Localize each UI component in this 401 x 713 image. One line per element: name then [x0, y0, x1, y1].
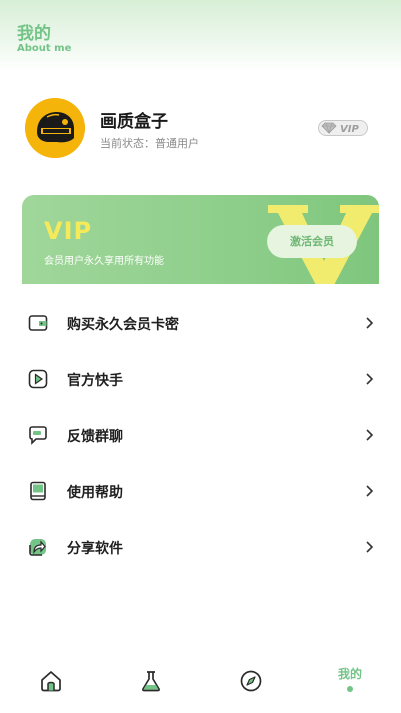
chevron-right-icon: [366, 485, 374, 497]
page-subtitle: About me: [17, 43, 72, 54]
chevron-right-icon: [366, 317, 374, 329]
vip-description: 会员用户永久享用所有功能: [44, 256, 164, 267]
flask-icon: [141, 671, 161, 692]
tab-discover[interactable]: [220, 655, 280, 713]
active-tab-indicator: [347, 686, 353, 692]
menu-item-label: 分享软件: [67, 541, 123, 557]
menu-item-help[interactable]: 使用帮助: [0, 463, 401, 519]
play-icon: [28, 369, 48, 389]
compass-icon: [240, 670, 262, 692]
book-icon: [28, 481, 48, 501]
chat-icon: [28, 425, 48, 445]
wallet-icon: [28, 313, 48, 333]
tab-me[interactable]: 我的: [320, 655, 380, 713]
menu-item-official-kuaishou[interactable]: 官方快手: [0, 351, 401, 407]
profile-section: 画质盒子 当前状态：普通用户 VIP: [0, 96, 401, 160]
menu-item-feedback-group[interactable]: 反馈群聊: [0, 407, 401, 463]
menu-item-label: 购买永久会员卡密: [67, 317, 179, 333]
helmet-icon: [25, 98, 85, 158]
bottom-tab-bar: 我的: [0, 655, 401, 713]
page-header: 我的 About me: [0, 0, 401, 72]
menu-item-label: 反馈群聊: [67, 429, 123, 445]
activate-vip-button[interactable]: 激活会员: [267, 225, 357, 258]
menu-item-buy-vip[interactable]: 购买永久会员卡密: [0, 295, 401, 351]
vip-card: VIP 会员用户永久享用所有功能 激活会员: [22, 195, 379, 284]
chevron-right-icon: [366, 373, 374, 385]
chevron-right-icon: [366, 429, 374, 441]
tab-home[interactable]: [20, 655, 80, 713]
tab-me-label: 我的: [337, 667, 362, 681]
tab-lab[interactable]: [120, 655, 180, 713]
user-status: 当前状态：普通用户: [100, 137, 199, 150]
home-icon: [41, 671, 61, 692]
menu-item-share[interactable]: 分享软件: [0, 519, 401, 575]
svg-text:VIP: VIP: [340, 124, 359, 135]
chevron-right-icon: [366, 541, 374, 553]
share-icon: [28, 537, 48, 557]
username: 画质盒子: [100, 112, 168, 132]
vip-badge: VIP: [318, 120, 368, 136]
menu-item-label: 官方快手: [67, 373, 123, 389]
page-title: 我的: [17, 24, 51, 44]
menu-item-label: 使用帮助: [67, 485, 123, 501]
vip-title: VIP: [44, 217, 93, 245]
avatar[interactable]: [25, 98, 85, 158]
